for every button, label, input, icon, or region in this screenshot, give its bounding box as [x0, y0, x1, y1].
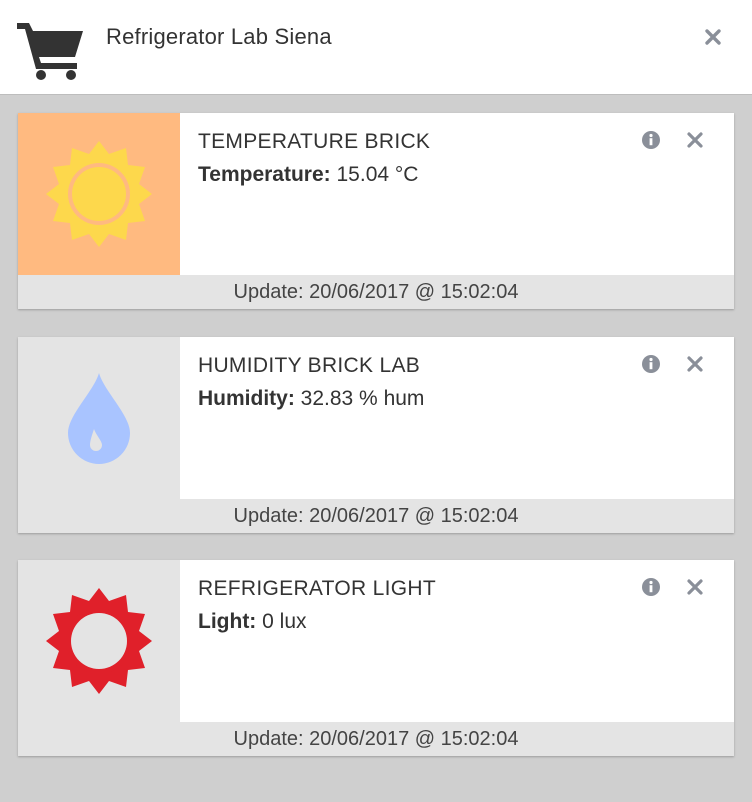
update-timestamp: Update: 20/06/2017 @ 15:02:04 [18, 499, 734, 533]
widget-header: Refrigerator Lab Siena [0, 0, 752, 95]
sun-outline-icon [46, 588, 152, 694]
reading-label: Temperature: [198, 163, 331, 186]
sensor-reading: Humidity: 32.83 % hum [198, 387, 424, 411]
close-icon[interactable] [687, 132, 703, 148]
sensor-icon-box [18, 560, 180, 722]
info-icon[interactable] [641, 130, 661, 150]
close-icon[interactable] [704, 28, 722, 46]
sensor-reading: Light: 0 lux [198, 610, 307, 634]
reading-label: Humidity: [198, 387, 295, 410]
reading-value: 15.04 °C [336, 163, 419, 186]
reading-value: 32.83 % hum [300, 387, 425, 410]
sensor-name: TEMPERATURE BRICK [198, 130, 431, 153]
update-timestamp: Update: 20/06/2017 @ 15:02:04 [18, 722, 734, 756]
sensor-card-temperature: TEMPERATURE BRICK Temperature: 15.04 °C … [18, 113, 734, 309]
sensor-reading: Temperature: 15.04 °C [198, 163, 418, 187]
close-icon[interactable] [687, 579, 703, 595]
sensor-name: HUMIDITY BRICK LAB [198, 354, 421, 377]
shopping-cart-icon [17, 23, 83, 80]
sun-icon [46, 141, 152, 247]
update-timestamp: Update: 20/06/2017 @ 15:02:04 [18, 275, 734, 309]
sensor-name: REFRIGERATOR LIGHT [198, 577, 436, 600]
sensor-card-humidity: HUMIDITY BRICK LAB Humidity: 32.83 % hum… [18, 337, 734, 533]
reading-label: Light: [198, 610, 257, 633]
info-icon[interactable] [641, 354, 661, 374]
info-icon[interactable] [641, 577, 661, 597]
sensor-icon-box [18, 337, 180, 499]
header-title: Refrigerator Lab Siena [106, 24, 332, 49]
reading-value: 0 lux [262, 610, 307, 633]
sensor-card-light: REFRIGERATOR LIGHT Light: 0 lux Update: … [18, 560, 734, 756]
close-icon[interactable] [687, 356, 703, 372]
sensor-icon-box [18, 113, 180, 275]
water-drop-icon [68, 373, 130, 464]
